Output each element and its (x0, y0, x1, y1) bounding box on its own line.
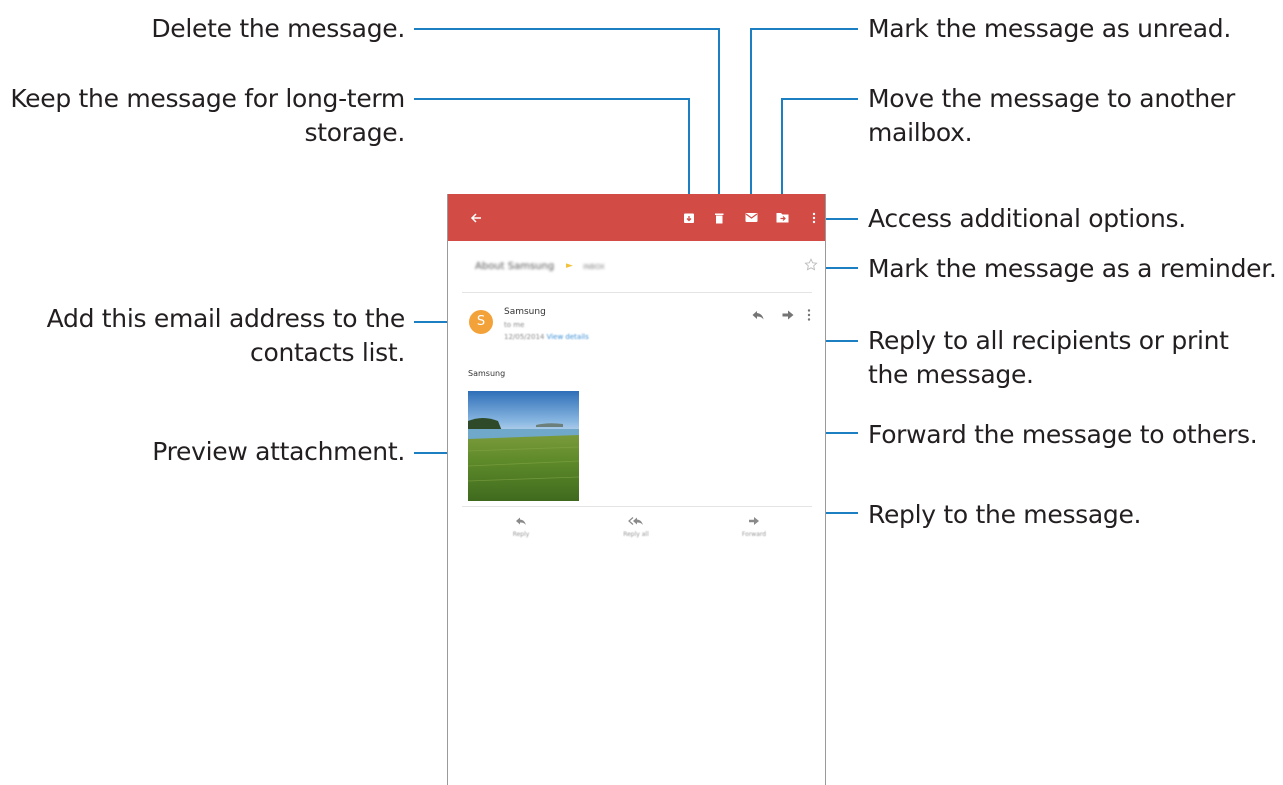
leader-keep-h (414, 98, 690, 100)
sender-name: Samsung (504, 307, 546, 317)
reply-icon[interactable] (751, 307, 765, 321)
subject-divider (462, 292, 812, 293)
callout-keep: Keep the message for long-term storage. (10, 82, 405, 150)
reply-label: Reply (512, 531, 530, 538)
phone-screen: About Samsung ► INBOX S Samsung to me 12… (447, 194, 826, 785)
callout-forward: Forward the message to others. (868, 420, 1258, 449)
archive-icon[interactable] (677, 194, 701, 241)
callout-keep-line1: Keep the message for long-term (10, 84, 405, 113)
forward-button[interactable]: Forward (724, 516, 784, 538)
reply-all-label: Reply all (623, 531, 649, 538)
callout-delete: Delete the message. (151, 14, 405, 43)
importance-marker-icon: ► (566, 261, 573, 271)
callout-keep-line2: storage. (304, 118, 405, 147)
callout-contacts-line1: Add this email address to the (46, 304, 406, 333)
date-line: 12/05/2014 View details (504, 333, 589, 341)
callout-reply-all-line1: Reply to all recipients or print (868, 326, 1229, 355)
attachment-preview[interactable] (468, 391, 579, 501)
callout-contacts: Add this email address to the contacts l… (46, 302, 406, 370)
attachment-divider (462, 506, 812, 507)
callout-move-line1: Move the message to another (868, 84, 1235, 113)
envelope-icon[interactable] (739, 194, 763, 241)
forward-icon (749, 517, 759, 525)
callout-reply: Reply to the message. (868, 500, 1142, 529)
reply-button[interactable]: Reply (491, 516, 551, 538)
reply-icon (516, 517, 526, 525)
leader-unread-v (750, 28, 752, 212)
star-outline-icon[interactable] (804, 257, 818, 271)
callout-unread: Mark the message as unread. (868, 14, 1231, 43)
reply-all-button[interactable]: Reply all (606, 516, 666, 538)
leader-move-h (781, 98, 858, 100)
callout-reply-all-line2: the message. (868, 360, 1034, 389)
callout-move: Move the message to another mailbox. (868, 82, 1235, 150)
body-text: Samsung (468, 369, 506, 378)
avatar[interactable]: S (469, 310, 493, 334)
leader-unread-h (750, 28, 858, 30)
leader-delete-v (718, 28, 720, 212)
callout-preview: Preview attachment. (152, 437, 405, 466)
email-date: 12/05/2014 (504, 333, 545, 341)
more-vertical-icon[interactable] (802, 194, 825, 241)
reply-all-icon (628, 517, 643, 525)
forward-label: Forward (741, 531, 767, 538)
forward-icon[interactable] (781, 307, 795, 321)
trash-icon[interactable] (707, 194, 731, 241)
mailbox-tag: INBOX (583, 263, 605, 271)
callout-move-line2: mailbox. (868, 118, 973, 147)
leader-delete-h (414, 28, 720, 30)
recipient-line: to me (504, 321, 525, 329)
arrow-left-icon[interactable] (464, 194, 488, 241)
email-subject: About Samsung (475, 261, 555, 272)
more-vertical-icon[interactable] (806, 307, 820, 321)
folder-move-icon[interactable] (770, 194, 794, 241)
callout-contacts-line2: contacts list. (250, 338, 405, 367)
app-bar (448, 194, 825, 241)
callout-options: Access additional options. (868, 204, 1186, 233)
callout-reply-all: Reply to all recipients or print the mes… (868, 324, 1229, 392)
view-details-link[interactable]: View details (547, 333, 589, 341)
callout-reminder: Mark the message as a reminder. (868, 254, 1277, 283)
